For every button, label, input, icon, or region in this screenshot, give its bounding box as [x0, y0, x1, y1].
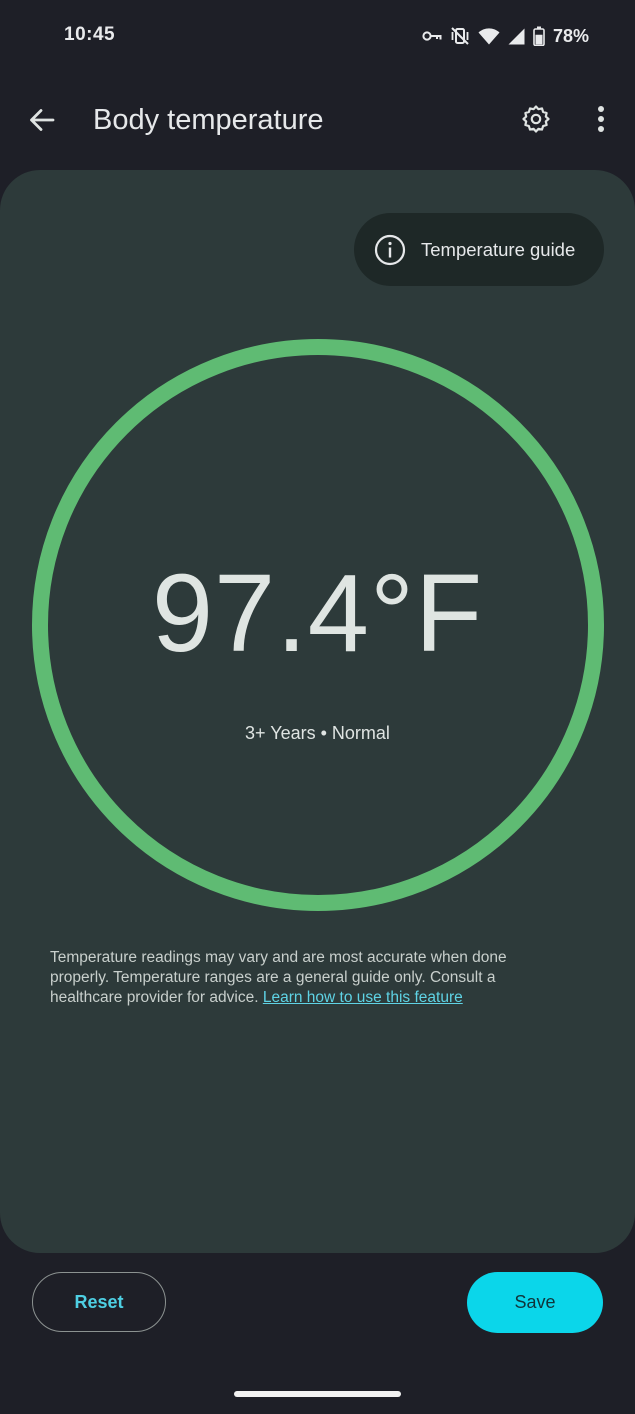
page-title: Body temperature [93, 104, 324, 136]
battery-percent: 78% [552, 25, 589, 46]
home-indicator[interactable] [234, 1391, 401, 1397]
status-bar: 10:45 78% [0, 0, 635, 72]
reset-button[interactable]: Reset [32, 1272, 166, 1332]
disclaimer: Temperature readings may vary and are mo… [50, 948, 550, 1008]
app-bar: Body temperature [0, 82, 635, 162]
temperature-guide-label: Temperature guide [421, 238, 576, 260]
back-button[interactable] [20, 100, 64, 144]
temperature-value: 97.4°F [151, 552, 484, 675]
settings-button[interactable] [514, 99, 558, 143]
cellular-signal-icon [508, 28, 525, 45]
temperature-card: Temperature guide 97.4°F 3+ Years • Norm… [0, 170, 635, 1253]
more-options-button[interactable] [579, 99, 623, 143]
more-vert-icon [597, 105, 605, 138]
gear-icon [522, 104, 550, 138]
arrow-back-icon [28, 106, 56, 139]
learn-more-link[interactable]: Learn how to use this feature [263, 989, 463, 1006]
battery-icon [533, 26, 545, 46]
save-button[interactable]: Save [467, 1272, 603, 1333]
vibrate-off-icon [450, 26, 470, 46]
temperature-status: 3+ Years • Normal [245, 723, 390, 743]
wifi-icon [478, 27, 500, 45]
vpn-key-icon [422, 29, 442, 43]
temperature-guide-button[interactable]: Temperature guide [354, 213, 604, 286]
status-icons: 78% [422, 24, 589, 48]
info-icon [374, 234, 406, 266]
status-time: 10:45 [64, 24, 116, 45]
